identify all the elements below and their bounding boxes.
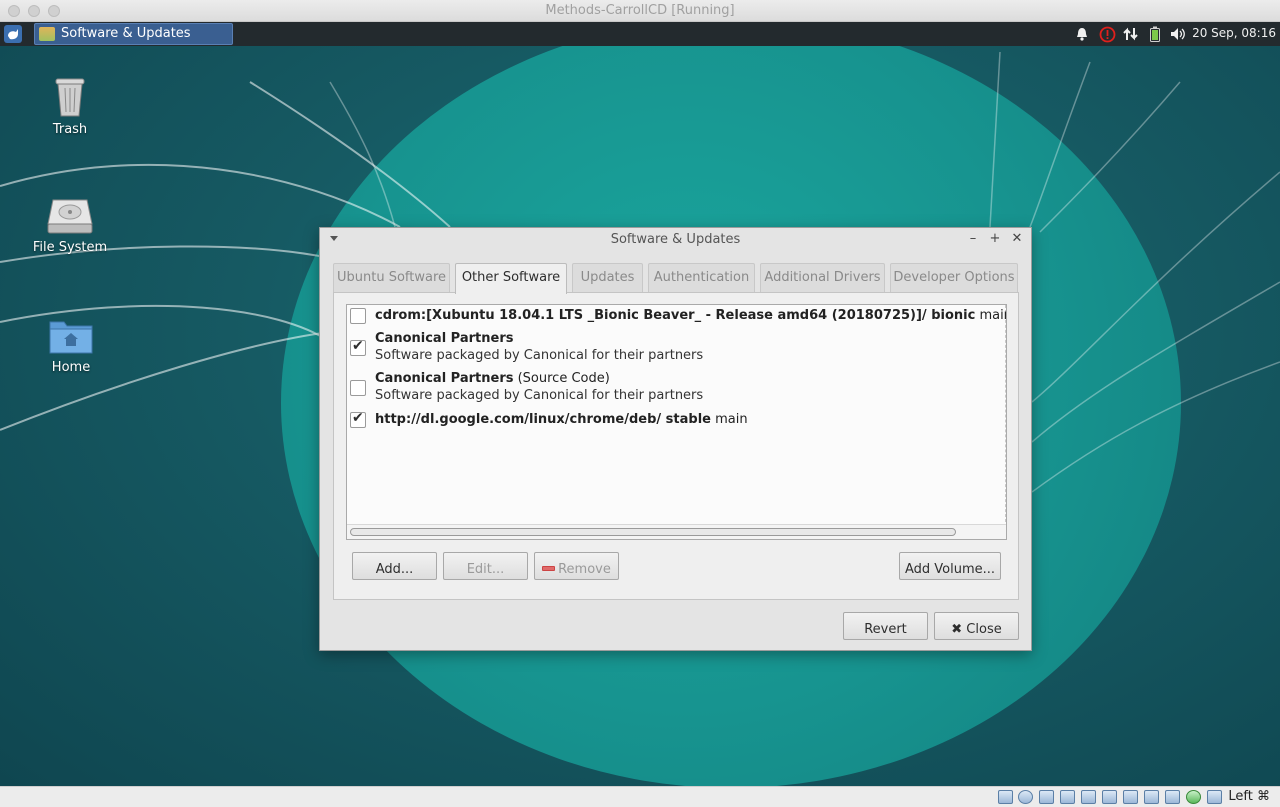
notification-bell-icon[interactable] — [1074, 22, 1090, 46]
scrollbar-thumb[interactable] — [350, 528, 956, 536]
desktop-icon-label: File System — [32, 240, 108, 255]
hard-disk-status-icon[interactable] — [998, 790, 1013, 804]
optical-drive-status-icon[interactable] — [1018, 790, 1033, 804]
source-checkbox[interactable] — [350, 308, 366, 324]
source-checkbox[interactable]: ✔ — [350, 410, 366, 428]
tab-updates[interactable]: Updates — [572, 263, 643, 293]
hard-drive-icon — [47, 199, 93, 234]
remove-button-label: Remove — [558, 561, 611, 577]
desktop-icon-file-system[interactable]: File System — [25, 196, 115, 255]
display-status-icon[interactable] — [1123, 790, 1138, 804]
desktop-icon-label: Home — [51, 360, 91, 375]
remove-icon — [542, 565, 556, 571]
home-folder-icon — [49, 321, 93, 354]
tab-developer-options[interactable]: Developer Options — [890, 263, 1018, 293]
edit-button[interactable]: Edit... — [443, 552, 528, 580]
close-button[interactable]: ✖ Close — [934, 612, 1019, 640]
software-updates-dialog: Software & Updates – + ✕ Ubuntu Software… — [319, 227, 1032, 651]
tab-other-software[interactable]: Other Software — [455, 263, 567, 294]
clock[interactable]: 20 Sep, 08:16 — [1192, 26, 1276, 40]
source-name: Canonical Partners — [375, 371, 514, 386]
cpu-status-icon[interactable] — [1165, 790, 1180, 804]
whisker-menu-icon[interactable] — [4, 25, 22, 43]
source-row-google-chrome[interactable]: ✔ http://dl.google.com/linux/chrome/deb/… — [347, 409, 1006, 431]
source-name: http://dl.google.com/linux/chrome/deb/ s… — [375, 412, 711, 427]
tab-authentication[interactable]: Authentication — [648, 263, 755, 293]
horizontal-scrollbar[interactable] — [347, 524, 1006, 539]
minimize-button[interactable]: – — [966, 231, 980, 247]
close-button-label: Close — [966, 621, 1002, 637]
source-components: main — [710, 412, 748, 427]
desktop: Trash File System Home Software & Update… — [0, 22, 1280, 786]
remove-button[interactable]: Remove — [534, 552, 619, 580]
source-components: main multiverse restricted universe — [979, 308, 1006, 323]
revert-button[interactable]: Revert — [843, 612, 928, 640]
source-description: Software packaged by Canonical for their… — [375, 388, 704, 403]
desktop-icon-trash[interactable]: Trash — [25, 74, 115, 137]
taskbar-item-software-updates[interactable]: Software & Updates — [34, 23, 233, 45]
source-row-canonical-partners-source[interactable]: Canonical Partners (Source Code) Softwar… — [347, 369, 1006, 407]
keyboard-capture-icon[interactable] — [1207, 790, 1222, 804]
top-panel: Software & Updates 20 Sep, 08:16 — [0, 22, 1280, 46]
host-key-label: Left ⌘ — [1228, 789, 1270, 804]
battery-icon[interactable] — [1147, 22, 1163, 46]
desktop-icon-home[interactable]: Home — [26, 316, 116, 375]
other-software-panel: cdrom:[Xubuntu 18.04.1 LTS _Bionic Beave… — [333, 292, 1019, 600]
trash-icon — [55, 78, 85, 117]
tab-additional-drivers[interactable]: Additional Drivers — [760, 263, 885, 293]
video-capture-status-icon[interactable] — [1144, 790, 1159, 804]
dialog-title: Software & Updates — [610, 232, 741, 247]
close-window-button[interactable]: ✕ — [1010, 231, 1024, 247]
source-description: Software packaged by Canonical for their… — [375, 348, 704, 363]
network-status-icon[interactable] — [1060, 790, 1075, 804]
checkmark-icon: ✔ — [352, 410, 364, 426]
checkmark-icon: ✔ — [352, 338, 364, 354]
add-button[interactable]: Add... — [352, 552, 437, 580]
mouse-integration-icon[interactable] — [1186, 790, 1201, 804]
add-volume-button[interactable]: Add Volume... — [899, 552, 1001, 580]
audio-status-icon[interactable] — [1039, 790, 1054, 804]
network-icon[interactable] — [1122, 22, 1140, 46]
update-error-icon[interactable] — [1097, 22, 1117, 46]
source-checkbox[interactable]: ✔ — [350, 338, 366, 356]
maximize-button[interactable]: + — [988, 231, 1002, 247]
taskbar-item-label: Software & Updates — [61, 26, 191, 41]
source-name: Canonical Partners — [375, 331, 514, 346]
source-row-canonical-partners[interactable]: ✔ Canonical Partners Software packaged b… — [347, 329, 1006, 367]
source-row-cdrom[interactable]: cdrom:[Xubuntu 18.04.1 LTS _Bionic Beave… — [347, 305, 1006, 327]
shared-folders-status-icon[interactable] — [1102, 790, 1117, 804]
sources-list[interactable]: cdrom:[Xubuntu 18.04.1 LTS _Bionic Beave… — [346, 304, 1007, 540]
volume-icon[interactable] — [1168, 22, 1188, 46]
host-window-title: Methods-CarrollCD [Running] — [545, 3, 735, 18]
host-window-titlebar: Methods-CarrollCD [Running] — [0, 0, 1280, 22]
tab-ubuntu-software[interactable]: Ubuntu Software — [333, 263, 450, 293]
desktop-icon-label: Trash — [52, 122, 88, 137]
software-updates-icon — [39, 27, 55, 41]
source-checkbox[interactable] — [350, 380, 366, 396]
source-name: cdrom:[Xubuntu 18.04.1 LTS _Bionic Beave… — [375, 308, 976, 323]
usb-status-icon[interactable] — [1081, 790, 1096, 804]
close-icon: ✖ — [951, 621, 967, 637]
source-components: (Source Code) — [513, 371, 610, 386]
host-status-bar: Left ⌘ — [0, 786, 1280, 807]
